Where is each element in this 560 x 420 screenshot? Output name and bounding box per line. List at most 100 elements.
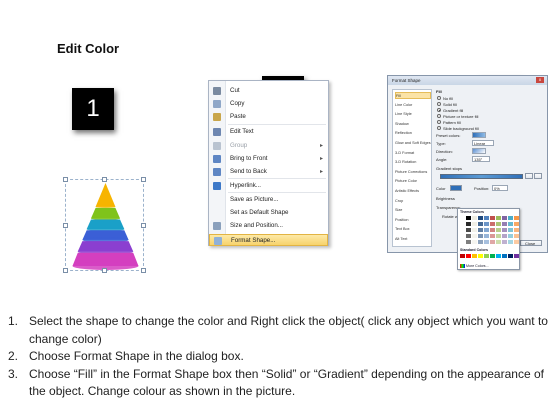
theme-color-swatch[interactable] xyxy=(478,240,483,244)
theme-color-swatch[interactable] xyxy=(508,228,513,232)
resize-handle[interactable] xyxy=(141,223,146,228)
fill-option-radio[interactable] xyxy=(437,114,441,118)
theme-color-swatch[interactable] xyxy=(496,228,501,232)
category-3-d-format[interactable]: 3-D Format xyxy=(395,150,431,157)
standard-color-swatch[interactable] xyxy=(514,254,519,258)
menu-item-hyperlink[interactable]: Hyperlink... xyxy=(209,180,328,192)
menu-item-cut[interactable]: Cut xyxy=(209,85,328,97)
standard-color-swatch[interactable] xyxy=(472,254,477,258)
preset-colors-dropdown[interactable] xyxy=(472,132,486,138)
theme-color-swatch[interactable] xyxy=(502,228,507,232)
menu-item-bring-to-front[interactable]: Bring to Front ▸ xyxy=(209,153,328,165)
category-3-d-rotation[interactable]: 3-D Rotation xyxy=(395,159,431,166)
category-artistic-effects[interactable]: Artistic Effects xyxy=(395,188,431,195)
theme-color-swatch[interactable] xyxy=(490,240,495,244)
standard-color-swatch[interactable] xyxy=(460,254,465,258)
theme-color-swatch[interactable] xyxy=(460,216,465,220)
theme-color-swatch[interactable] xyxy=(472,228,477,232)
more-colors-link[interactable]: More Colors... xyxy=(466,263,489,269)
theme-color-swatch[interactable] xyxy=(466,216,471,220)
theme-color-swatch[interactable] xyxy=(478,234,483,238)
theme-color-swatch[interactable] xyxy=(466,222,471,226)
fill-option-radio[interactable] xyxy=(437,108,441,112)
theme-color-swatch[interactable] xyxy=(466,228,471,232)
theme-color-swatch[interactable] xyxy=(508,222,513,226)
menu-item-format-shape[interactable]: Format Shape... xyxy=(209,234,328,246)
category-line-color[interactable]: Line Color xyxy=(395,102,431,109)
theme-color-swatch[interactable] xyxy=(460,234,465,238)
standard-color-swatch[interactable] xyxy=(508,254,513,258)
category-text-box[interactable]: Text Box xyxy=(395,226,431,233)
standard-color-swatch[interactable] xyxy=(490,254,495,258)
category-picture-color[interactable]: Picture Color xyxy=(395,178,431,185)
theme-color-swatch[interactable] xyxy=(472,234,477,238)
theme-color-swatch[interactable] xyxy=(484,216,489,220)
theme-color-swatch[interactable] xyxy=(484,234,489,238)
category-shadow[interactable]: Shadow xyxy=(395,121,431,128)
theme-color-swatch[interactable] xyxy=(490,228,495,232)
resize-handle[interactable] xyxy=(63,223,68,228)
theme-color-swatch[interactable] xyxy=(484,240,489,244)
add-stop-button[interactable] xyxy=(525,173,533,179)
theme-color-swatch[interactable] xyxy=(484,222,489,226)
menu-item-size-and-position[interactable]: Size and Position... xyxy=(209,220,328,232)
theme-color-swatch[interactable] xyxy=(496,222,501,226)
resize-handle[interactable] xyxy=(141,268,146,273)
remove-stop-button[interactable] xyxy=(534,173,542,179)
theme-color-swatch[interactable] xyxy=(466,240,471,244)
color-picker-button[interactable] xyxy=(450,185,462,191)
theme-color-swatch[interactable] xyxy=(514,216,519,220)
theme-color-swatch[interactable] xyxy=(478,216,483,220)
fill-option-radio[interactable] xyxy=(437,102,441,106)
theme-color-swatch[interactable] xyxy=(490,234,495,238)
theme-color-swatch[interactable] xyxy=(496,216,501,220)
menu-item-paste[interactable]: Paste xyxy=(209,111,328,123)
theme-color-swatch[interactable] xyxy=(466,234,471,238)
theme-color-swatch[interactable] xyxy=(502,216,507,220)
close-icon[interactable]: x xyxy=(536,77,544,83)
menu-item-save-as-picture[interactable]: Save as Picture... xyxy=(209,194,328,206)
standard-color-swatch[interactable] xyxy=(466,254,471,258)
theme-color-swatch[interactable] xyxy=(478,228,483,232)
theme-color-swatch[interactable] xyxy=(502,222,507,226)
theme-color-swatch[interactable] xyxy=(514,228,519,232)
menu-item-set-as-default-shape[interactable]: Set as Default Shape xyxy=(209,207,328,219)
resize-handle[interactable] xyxy=(63,268,68,273)
theme-color-swatch[interactable] xyxy=(478,222,483,226)
theme-color-swatch[interactable] xyxy=(496,240,501,244)
category-alt-text[interactable]: Alt Text xyxy=(395,236,431,243)
resize-handle[interactable] xyxy=(63,177,68,182)
theme-color-swatch[interactable] xyxy=(496,234,501,238)
standard-color-swatch[interactable] xyxy=(496,254,501,258)
theme-color-swatch[interactable] xyxy=(502,234,507,238)
resize-handle[interactable] xyxy=(141,177,146,182)
theme-color-swatch[interactable] xyxy=(472,216,477,220)
theme-color-swatch[interactable] xyxy=(472,222,477,226)
theme-color-swatch[interactable] xyxy=(514,240,519,244)
theme-color-swatch[interactable] xyxy=(508,216,513,220)
category-size[interactable]: Size xyxy=(395,207,431,214)
category-line-style[interactable]: Line Style xyxy=(395,111,431,118)
theme-color-swatch[interactable] xyxy=(514,234,519,238)
category-picture-corrections[interactable]: Picture Corrections xyxy=(395,169,431,176)
theme-color-swatch[interactable] xyxy=(460,222,465,226)
theme-color-swatch[interactable] xyxy=(460,228,465,232)
category-reflection[interactable]: Reflection xyxy=(395,130,431,137)
theme-color-swatch[interactable] xyxy=(472,240,477,244)
menu-item-copy[interactable]: Copy xyxy=(209,98,328,110)
theme-color-swatch[interactable] xyxy=(460,240,465,244)
theme-color-swatch[interactable] xyxy=(484,228,489,232)
selected-pyramid-shape[interactable] xyxy=(63,177,146,273)
theme-color-swatch[interactable] xyxy=(508,240,513,244)
resize-handle[interactable] xyxy=(102,268,107,273)
theme-color-swatch[interactable] xyxy=(490,222,495,226)
menu-item-group[interactable]: Group ▸ xyxy=(209,140,328,152)
menu-item-send-to-back[interactable]: Send to Back ▸ xyxy=(209,166,328,178)
standard-color-swatch[interactable] xyxy=(478,254,483,258)
direction-dropdown[interactable] xyxy=(472,148,486,154)
category-crop[interactable]: Crop xyxy=(395,198,431,205)
theme-color-swatch[interactable] xyxy=(508,234,513,238)
resize-handle[interactable] xyxy=(102,177,107,182)
category-fill[interactable]: Fill xyxy=(395,92,431,99)
category-glow-and-soft-edges[interactable]: Glow and Soft Edges xyxy=(395,140,431,147)
